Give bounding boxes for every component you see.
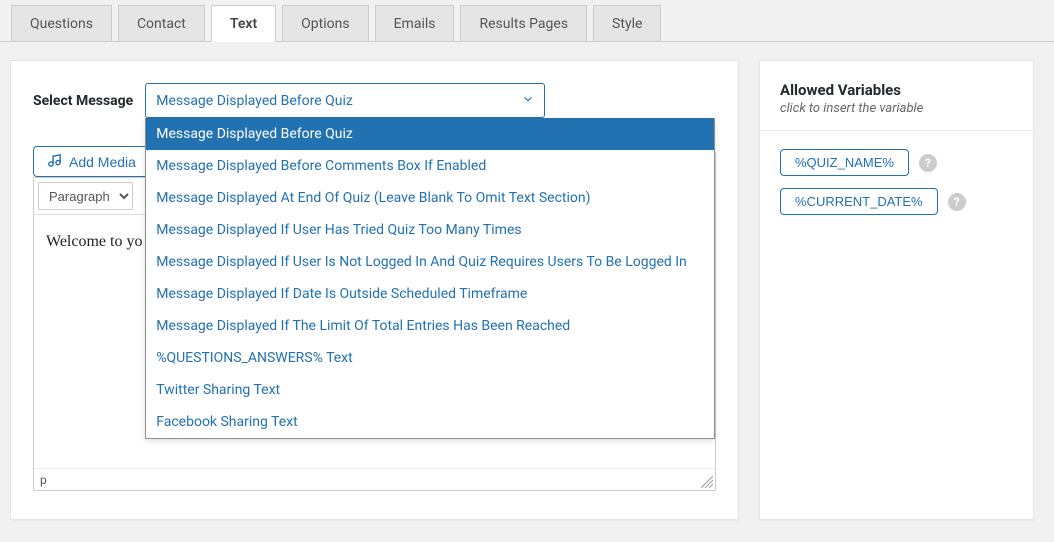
tab-questions[interactable]: Questions — [11, 5, 112, 42]
variable-quiz-name-button[interactable]: %QUIZ_NAME% — [780, 149, 909, 176]
editor-status-bar: p — [34, 468, 715, 490]
tab-contact[interactable]: Contact — [118, 5, 205, 42]
tab-results-pages[interactable]: Results Pages — [460, 5, 587, 42]
add-media-label: Add Media — [69, 155, 136, 169]
dropdown-option[interactable]: Message Displayed At End Of Quiz (Leave … — [146, 182, 714, 214]
dropdown-option[interactable]: %QUESTIONS_ANSWERS% Text — [146, 342, 714, 374]
tab-emails[interactable]: Emails — [375, 5, 455, 42]
tab-style[interactable]: Style — [593, 5, 661, 42]
dropdown-option[interactable]: Message Displayed If User Has Tried Quiz… — [146, 214, 714, 246]
dropdown-option[interactable]: Message Displayed Before Comments Box If… — [146, 150, 714, 182]
dropdown-option[interactable]: Facebook Sharing Text — [146, 406, 714, 438]
help-icon[interactable]: ? — [919, 154, 937, 172]
editor-element-path: p — [40, 473, 47, 487]
select-message-dropdown[interactable]: Message Displayed Before Quiz — [145, 83, 545, 118]
dropdown-option[interactable]: Message Displayed If Date Is Outside Sch… — [146, 278, 714, 310]
dropdown-option[interactable]: Message Displayed Before Quiz — [146, 118, 714, 150]
resize-grip-icon[interactable] — [701, 476, 713, 488]
allowed-variables-subtitle: click to insert the variable — [780, 101, 1013, 116]
format-select[interactable]: Paragraph — [38, 182, 133, 210]
tab-text[interactable]: Text — [211, 5, 276, 42]
dropdown-option[interactable]: Twitter Sharing Text — [146, 374, 714, 406]
variable-row: %CURRENT_DATE% ? — [780, 188, 1013, 215]
main-tab-bar: Questions Contact Text Options Emails Re… — [0, 0, 1054, 42]
select-message-label: Select Message — [33, 93, 133, 109]
allowed-variables-panel: Allowed Variables click to insert the va… — [759, 60, 1034, 520]
music-note-icon — [46, 152, 63, 171]
variable-row: %QUIZ_NAME% ? — [780, 149, 1013, 176]
allowed-variables-title: Allowed Variables — [780, 81, 1013, 99]
dropdown-option[interactable]: Message Displayed If The Limit Of Total … — [146, 310, 714, 342]
chevron-down-icon — [521, 92, 535, 110]
dropdown-option[interactable]: Message Displayed If User Is Not Logged … — [146, 246, 714, 278]
divider — [760, 130, 1033, 131]
help-icon[interactable]: ? — [948, 193, 966, 211]
select-message-selected: Message Displayed Before Quiz — [156, 93, 353, 109]
tab-options[interactable]: Options — [282, 5, 368, 42]
select-message-options: Message Displayed Before Quiz Message Di… — [145, 118, 715, 439]
text-editor-panel: Select Message Message Displayed Before … — [10, 60, 739, 520]
variable-current-date-button[interactable]: %CURRENT_DATE% — [780, 188, 938, 215]
add-media-button[interactable]: Add Media — [33, 146, 149, 177]
